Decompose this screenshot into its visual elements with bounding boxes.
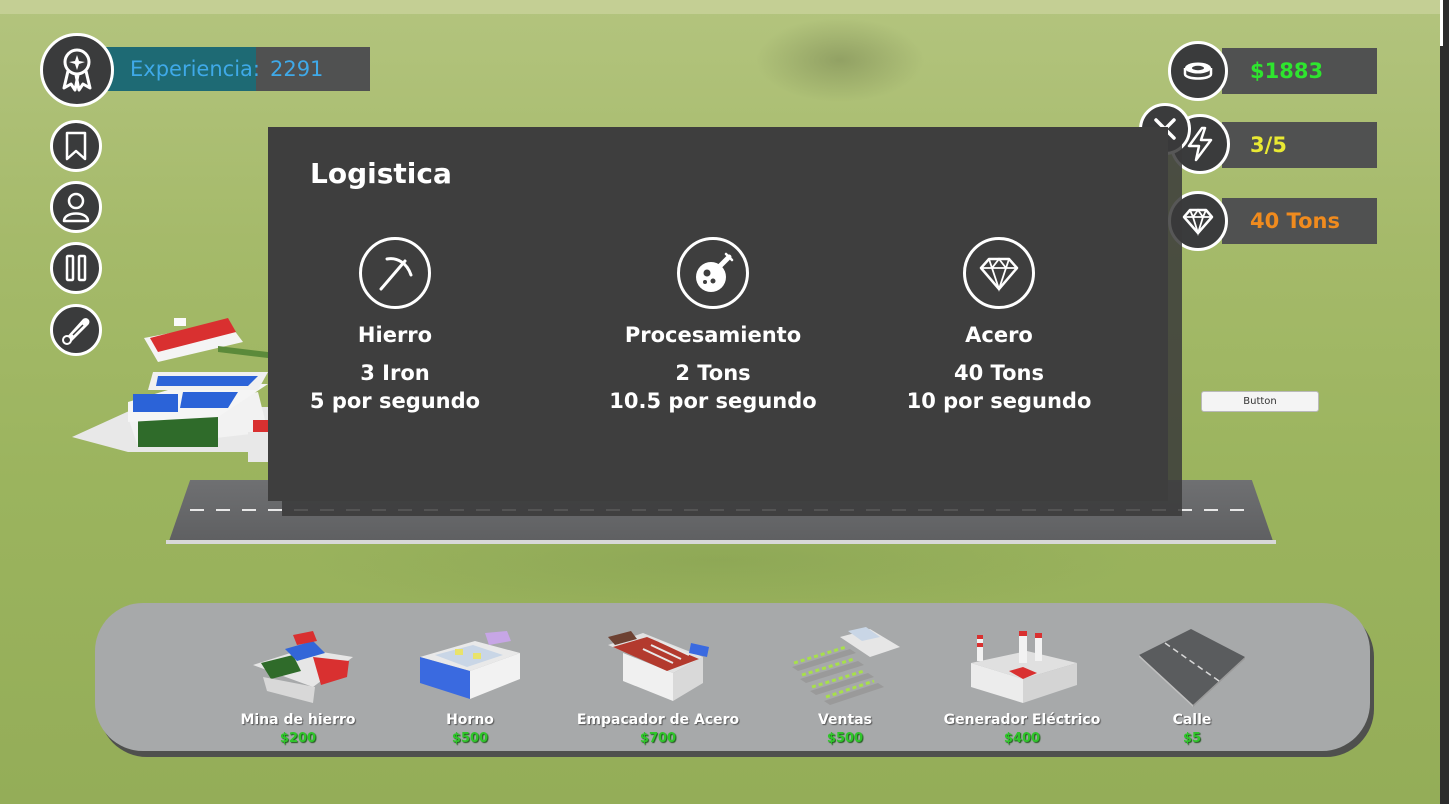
logistics-column-processing: Procesamiento 2 Tons 10.5 por segundo xyxy=(583,237,843,413)
logistics-modal: Logistica Hierro 3 Iron 5 por segundo Pr… xyxy=(268,127,1168,501)
shop-item-sales[interactable]: Ventas $500 xyxy=(760,603,930,751)
shop-item-steel-packer[interactable]: Empacador de Acero $700 xyxy=(573,603,743,751)
shop-item-price: $500 xyxy=(451,731,489,746)
sales-thumbnail xyxy=(792,627,900,705)
pause-icon xyxy=(65,254,87,282)
coin-stack-icon xyxy=(1183,62,1213,80)
modal-title: Logistica xyxy=(310,157,452,190)
steel-amount: 40 Tons xyxy=(954,361,1044,385)
diamond-icon xyxy=(1182,208,1214,236)
shop-item-name: Calle xyxy=(1172,712,1212,728)
furnace-thumbnail xyxy=(420,631,520,699)
money-value: $1883 xyxy=(1250,59,1324,83)
flask-icon xyxy=(677,237,749,309)
award-ribbon-icon xyxy=(62,48,92,92)
road-thumbnail xyxy=(1139,629,1245,707)
processing-title: Procesamiento xyxy=(624,323,802,347)
scroll-icon xyxy=(62,318,90,345)
processing-rate: 10.5 por segundo xyxy=(609,389,817,413)
shop-item-price: $500 xyxy=(826,731,864,746)
shop-item-road[interactable]: Calle $5 xyxy=(1107,603,1277,751)
road-curb xyxy=(166,540,1276,544)
diamond-icon xyxy=(963,237,1035,309)
build-shop-bar: Mina de hierro $200 Horno $500 Empacador… xyxy=(95,603,1370,751)
energy-value: 3/5 xyxy=(1250,133,1287,157)
steel-value: 40 Tons xyxy=(1250,209,1340,233)
user-icon xyxy=(62,192,90,223)
iron-mine-thumbnail xyxy=(253,631,353,703)
shop-item-price: $700 xyxy=(639,731,677,746)
shop-item-furnace[interactable]: Horno $500 xyxy=(385,603,555,751)
steel-display: 40 Tons xyxy=(1222,198,1377,244)
shop-item-price: $200 xyxy=(279,731,317,746)
shop-item-name: Ventas xyxy=(817,712,872,728)
processing-amount: 2 Tons xyxy=(675,361,751,385)
energy-display: 3/5 xyxy=(1222,122,1377,168)
logistics-column-iron: Hierro 3 Iron 5 por segundo xyxy=(265,237,525,413)
window-edge xyxy=(1440,0,1449,804)
shop-item-power-generator[interactable]: Generador Eléctrico $400 xyxy=(937,603,1107,751)
iron-rate: 5 por segundo xyxy=(309,389,481,413)
experience-value: 2291 xyxy=(269,57,324,81)
pickaxe-icon xyxy=(359,237,431,309)
steel-rate: 10 por segundo xyxy=(906,389,1092,413)
steel-packer-thumbnail xyxy=(608,631,709,701)
money-display: $1883 xyxy=(1222,48,1377,94)
iron-title: Hierro xyxy=(357,323,433,347)
iron-amount: 3 Iron xyxy=(360,361,430,385)
profile-button[interactable] xyxy=(50,181,102,233)
shop-item-iron-mine[interactable]: Mina de hierro $200 xyxy=(213,603,383,751)
shop-item-name: Horno xyxy=(446,712,494,728)
shop-item-price: $5 xyxy=(1182,731,1202,746)
experience-label: Experiencia: xyxy=(130,57,260,81)
generic-button[interactable]: Button xyxy=(1201,391,1319,412)
scroll-button[interactable] xyxy=(50,304,102,356)
bookmark-button[interactable] xyxy=(50,120,102,172)
bookmark-icon xyxy=(65,131,87,161)
power-generator-thumbnail xyxy=(971,631,1077,703)
money-button[interactable] xyxy=(1168,41,1228,101)
horizon-strip xyxy=(0,0,1449,14)
shop-item-price: $400 xyxy=(1003,731,1041,746)
shop-item-name: Generador Eléctrico xyxy=(943,712,1101,728)
steel-title: Acero xyxy=(965,323,1033,347)
experience-bar: Experiencia: 2291 xyxy=(92,47,370,91)
pause-button[interactable] xyxy=(50,242,102,294)
shop-item-name: Mina de hierro xyxy=(240,712,356,728)
achievement-button[interactable] xyxy=(40,33,114,107)
logistics-column-steel: Acero 40 Tons 10 por segundo xyxy=(869,237,1129,413)
shop-item-name: Empacador de Acero xyxy=(576,712,740,728)
